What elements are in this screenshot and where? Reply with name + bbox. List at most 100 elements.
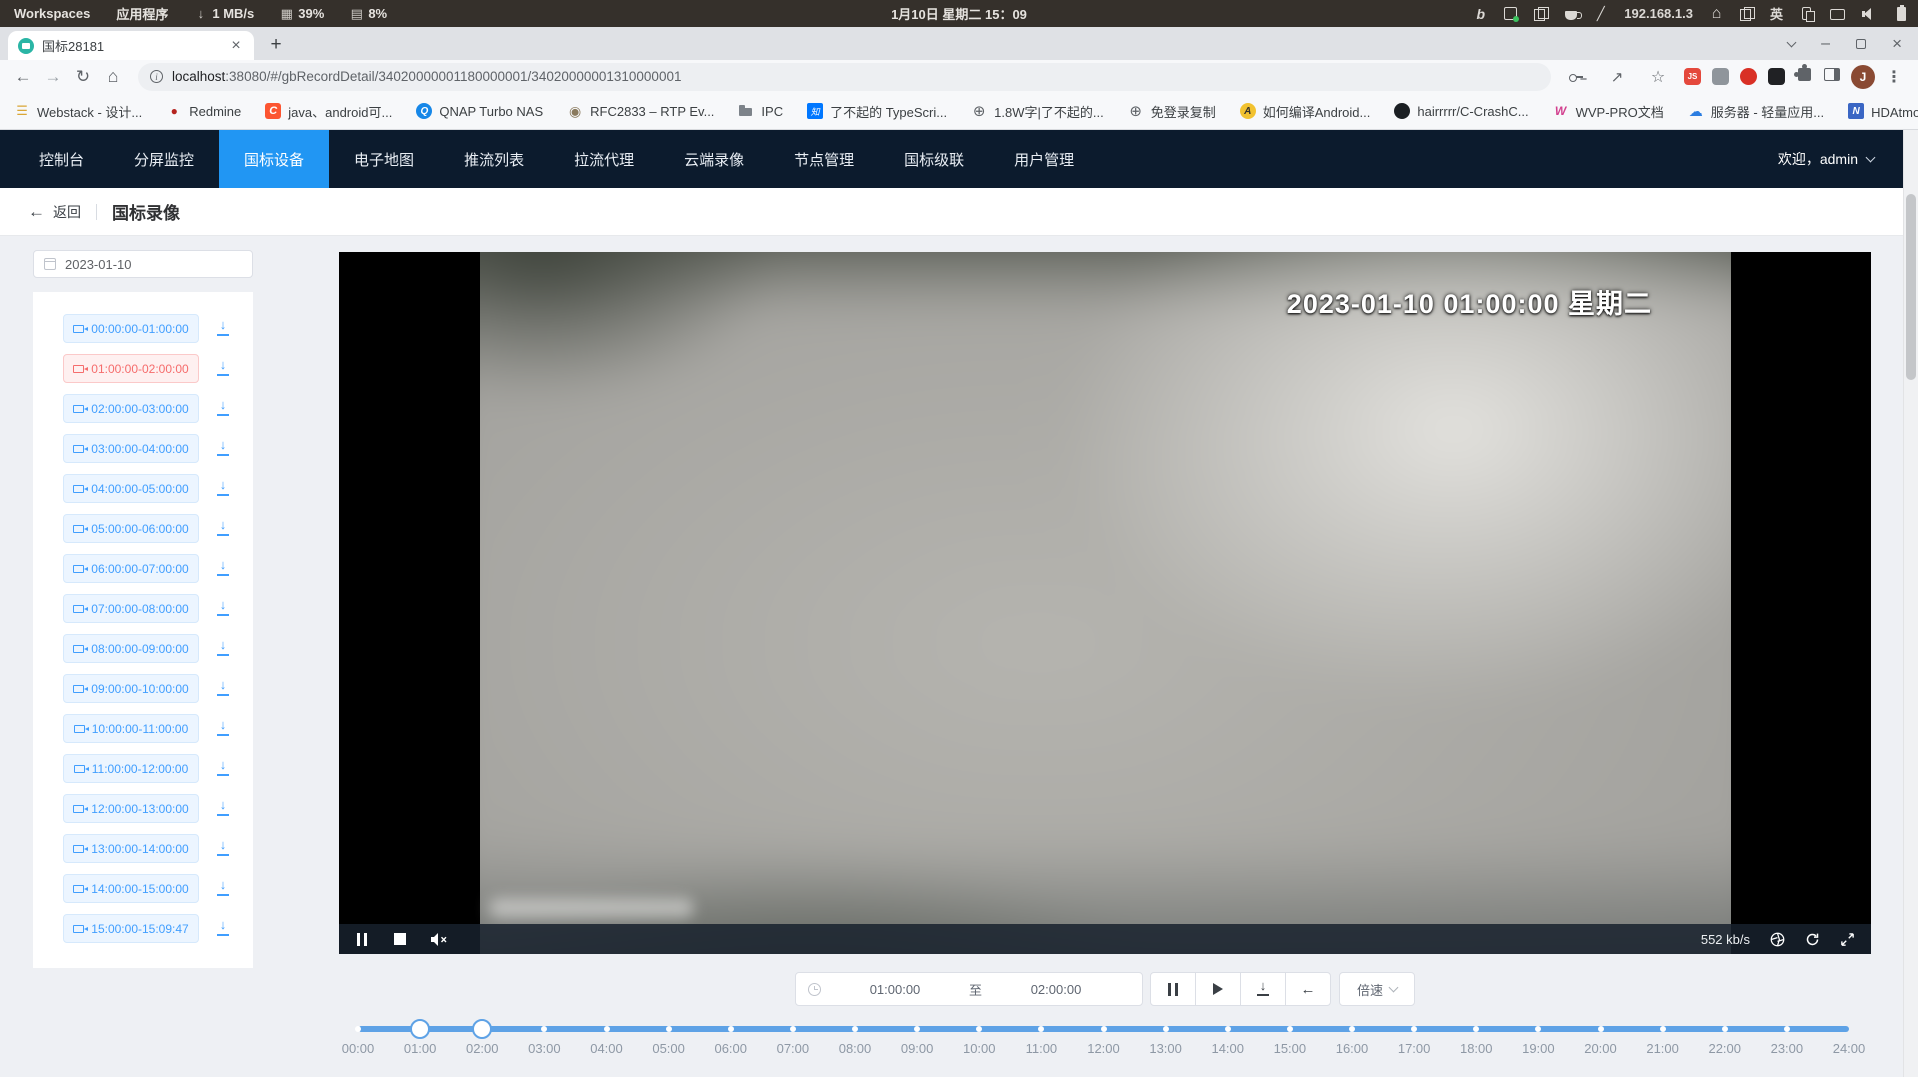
bookmark-item[interactable]: IPC bbox=[738, 103, 783, 119]
download-record-icon[interactable] bbox=[215, 800, 231, 817]
home-icon[interactable] bbox=[1710, 6, 1723, 21]
bookmark-star-icon[interactable] bbox=[1643, 62, 1673, 92]
bookmark-item[interactable]: RFC2833 – RTP Ev... bbox=[567, 103, 714, 119]
player-pause-button[interactable] bbox=[355, 933, 369, 946]
record-item[interactable]: 06:00:00-07:00:00 bbox=[63, 554, 199, 583]
minimize-button[interactable] bbox=[1821, 35, 1830, 53]
download-record-button[interactable] bbox=[1240, 972, 1286, 1006]
bookmark-item[interactable]: 如何编译Android... bbox=[1240, 102, 1371, 121]
cpu-usage-indicator[interactable]: 39% bbox=[280, 6, 324, 21]
record-item[interactable]: 11:00:00-12:00:00 bbox=[63, 754, 199, 783]
bookmark-item[interactable]: hairrrrr/C-CrashC... bbox=[1394, 103, 1528, 119]
address-bar[interactable]: localhost:38080/#/gbRecordDetail/3402000… bbox=[138, 63, 1551, 91]
record-item[interactable]: 05:00:00-06:00:00 bbox=[63, 514, 199, 543]
side-panel-icon[interactable] bbox=[1824, 68, 1840, 86]
record-item[interactable]: 02:00:00-03:00:00 bbox=[63, 394, 199, 423]
color-picker-icon[interactable] bbox=[1594, 6, 1607, 21]
record-item[interactable]: 09:00:00-10:00:00 bbox=[63, 674, 199, 703]
nav-tab-1[interactable]: 控制台 bbox=[14, 130, 109, 188]
playback-pause-button[interactable] bbox=[1150, 972, 1196, 1006]
player-stop-button[interactable] bbox=[393, 933, 407, 945]
bookmark-item[interactable]: 1.8W字|了不起的... bbox=[971, 102, 1104, 121]
clock[interactable]: 1月10日 星期二 15：09 bbox=[891, 4, 1027, 23]
download-record-icon[interactable] bbox=[215, 320, 231, 337]
end-time-value[interactable]: 02:00:00 bbox=[982, 982, 1130, 997]
browser-home-button[interactable] bbox=[98, 62, 128, 92]
maximize-button[interactable] bbox=[1856, 39, 1866, 49]
browser-reload-button[interactable] bbox=[68, 62, 98, 92]
display-icon[interactable] bbox=[1830, 9, 1845, 20]
nav-tab-5[interactable]: 推流列表 bbox=[439, 130, 549, 188]
download-record-icon[interactable] bbox=[215, 520, 231, 537]
nav-tab-3[interactable]: 国标设备 bbox=[219, 130, 329, 188]
coffee-cup-icon[interactable] bbox=[1565, 11, 1577, 20]
record-item[interactable]: 08:00:00-09:00:00 bbox=[63, 634, 199, 663]
bookmark-item[interactable]: java、android可... bbox=[265, 102, 392, 121]
tray-app-indicator-icon[interactable] bbox=[1504, 7, 1517, 20]
record-item[interactable]: 15:00:00-15:09:47 bbox=[63, 914, 199, 943]
network-speed-indicator[interactable]: 1 MB/s bbox=[194, 6, 254, 21]
playback-play-button[interactable] bbox=[1195, 972, 1241, 1006]
browser-menu-icon[interactable] bbox=[1886, 67, 1902, 87]
workspaces-button[interactable]: Workspaces bbox=[14, 6, 90, 21]
refresh-button[interactable] bbox=[1805, 932, 1820, 947]
bookmark-item[interactable]: WVP-PRO文档 bbox=[1553, 102, 1664, 121]
new-tab-button[interactable] bbox=[262, 31, 290, 59]
back-button[interactable]: 返回 bbox=[28, 202, 81, 222]
phone-link-icon[interactable] bbox=[1802, 7, 1811, 20]
record-item[interactable]: 14:00:00-15:00:00 bbox=[63, 874, 199, 903]
input-method-indicator[interactable]: 英 bbox=[1770, 6, 1783, 21]
download-record-icon[interactable] bbox=[215, 600, 231, 617]
download-record-icon[interactable] bbox=[215, 440, 231, 457]
site-info-icon[interactable] bbox=[150, 70, 163, 83]
start-time-value[interactable]: 01:00:00 bbox=[821, 982, 969, 997]
page-scrollbar[interactable] bbox=[1903, 130, 1918, 1077]
battery-icon[interactable] bbox=[1897, 7, 1906, 21]
tab-search-icon[interactable] bbox=[1788, 42, 1795, 46]
extension-gray-icon[interactable] bbox=[1712, 68, 1729, 85]
nav-tab-4[interactable]: 电子地图 bbox=[329, 130, 439, 188]
volume-icon[interactable] bbox=[1862, 8, 1878, 20]
speed-select[interactable]: 倍速 bbox=[1339, 972, 1415, 1006]
browser-forward-button[interactable] bbox=[38, 62, 68, 92]
nav-tab-7[interactable]: 云端录像 bbox=[659, 130, 769, 188]
player-mute-button[interactable] bbox=[431, 933, 447, 946]
clipboard-icon[interactable] bbox=[1534, 7, 1547, 20]
timeline-handle-start[interactable] bbox=[410, 1019, 430, 1039]
download-record-icon[interactable] bbox=[215, 840, 231, 857]
nav-tab-9[interactable]: 国标级联 bbox=[879, 130, 989, 188]
user-menu[interactable]: 欢迎，admin bbox=[1778, 130, 1874, 188]
record-item[interactable]: 07:00:00-08:00:00 bbox=[63, 594, 199, 623]
password-key-icon[interactable] bbox=[1561, 62, 1591, 92]
bookmark-item[interactable]: 了不起的 TypeScri... bbox=[807, 102, 947, 121]
tab-close-icon[interactable] bbox=[228, 38, 244, 54]
download-record-icon[interactable] bbox=[215, 760, 231, 777]
bookmark-item[interactable]: 服务器 - 轻量应用... bbox=[1688, 102, 1824, 121]
record-item[interactable]: 03:00:00-04:00:00 bbox=[63, 434, 199, 463]
nav-tab-2[interactable]: 分屏监控 bbox=[109, 130, 219, 188]
nav-tab-8[interactable]: 节点管理 bbox=[769, 130, 879, 188]
bookmark-item[interactable]: Redmine bbox=[166, 103, 241, 119]
extension-js-icon[interactable] bbox=[1684, 68, 1701, 85]
snapshot-button[interactable] bbox=[1770, 932, 1785, 947]
download-record-icon[interactable] bbox=[215, 480, 231, 497]
date-picker[interactable]: 2023-01-10 bbox=[33, 250, 253, 278]
extension-black-icon[interactable] bbox=[1768, 68, 1785, 85]
extensions-puzzle-icon[interactable] bbox=[1796, 68, 1813, 86]
fullscreen-button[interactable] bbox=[1840, 932, 1855, 947]
ip-address-indicator[interactable]: 192.168.1.3 bbox=[1624, 6, 1693, 21]
record-item[interactable]: 10:00:00-11:00:00 bbox=[63, 714, 199, 743]
time-range-input[interactable]: 01:00:00 至 02:00:00 bbox=[795, 972, 1143, 1006]
applications-menu[interactable]: 应用程序 bbox=[116, 4, 168, 23]
timeline-handle-end[interactable] bbox=[472, 1019, 492, 1039]
download-record-icon[interactable] bbox=[215, 560, 231, 577]
browser-tab[interactable]: 国标28181 bbox=[8, 31, 254, 60]
close-button[interactable] bbox=[1892, 34, 1902, 54]
download-record-icon[interactable] bbox=[215, 680, 231, 697]
download-record-icon[interactable] bbox=[215, 640, 231, 657]
video-surface[interactable] bbox=[480, 252, 1731, 954]
windows-stack-icon[interactable] bbox=[1740, 7, 1753, 20]
share-icon[interactable] bbox=[1602, 62, 1632, 92]
download-record-icon[interactable] bbox=[215, 920, 231, 937]
record-item[interactable]: 13:00:00-14:00:00 bbox=[63, 834, 199, 863]
